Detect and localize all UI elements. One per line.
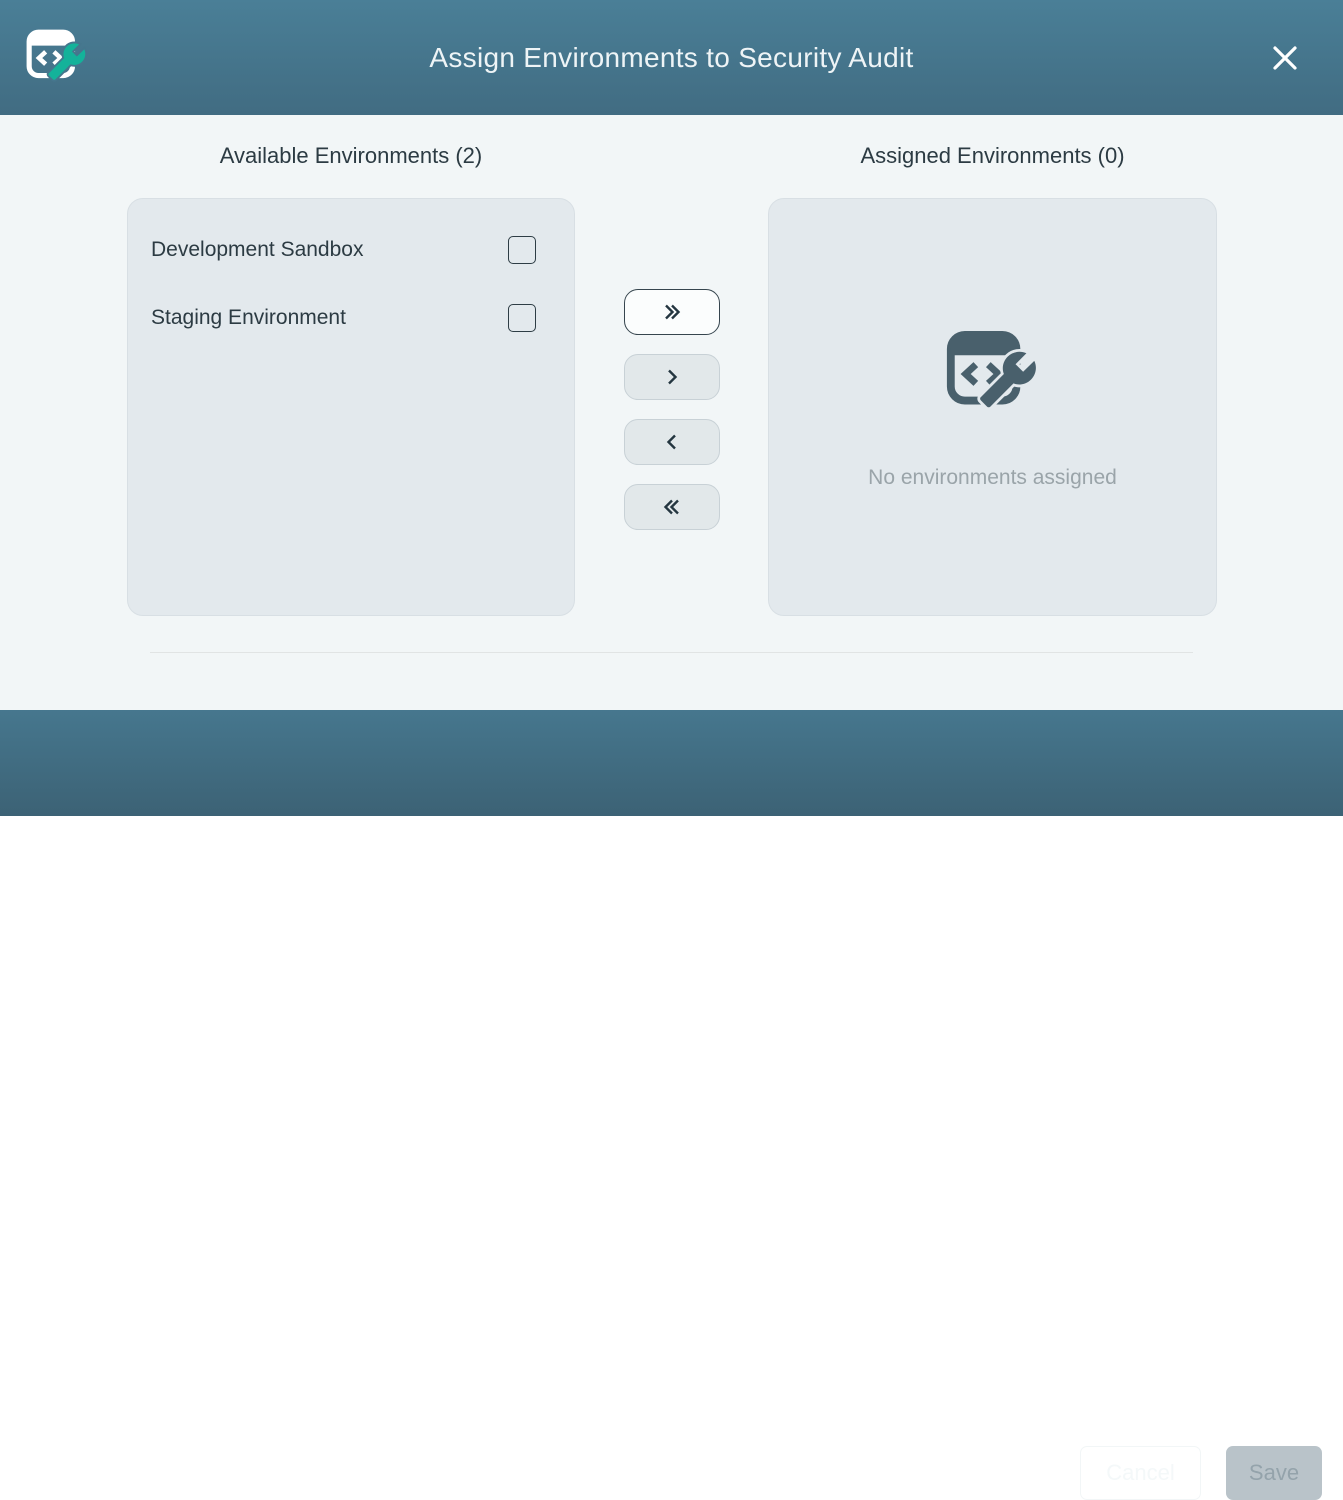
footer-divider bbox=[150, 652, 1193, 653]
assigned-environments-heading: Assigned Environments (0) bbox=[768, 143, 1217, 169]
chevron-left-icon bbox=[660, 430, 684, 454]
footer-actions: Cancel Save bbox=[1080, 1446, 1322, 1500]
move-selected-left-button[interactable] bbox=[624, 419, 720, 465]
available-environments-panel: Development Sandbox Staging Environment bbox=[127, 198, 575, 616]
move-selected-right-button[interactable] bbox=[624, 354, 720, 400]
dialog-footer: Cancel Save bbox=[0, 710, 1343, 816]
environment-label: Development Sandbox bbox=[151, 238, 363, 262]
environment-checkbox[interactable] bbox=[508, 304, 536, 332]
double-chevron-right-icon bbox=[659, 300, 685, 324]
close-x-icon bbox=[1269, 42, 1301, 74]
info-circle-icon bbox=[28, 1451, 72, 1495]
list-item: Development Sandbox bbox=[151, 227, 536, 273]
transfer-controls bbox=[624, 289, 720, 530]
dialog-title: Assign Environments to Security Audit bbox=[0, 42, 1343, 74]
cancel-button[interactable]: Cancel bbox=[1080, 1446, 1201, 1500]
empty-state-message: No environments assigned bbox=[868, 466, 1117, 490]
environment-checkbox[interactable] bbox=[508, 236, 536, 264]
assign-environments-dialog: Assign Environments to Security Audit Av… bbox=[0, 0, 1343, 816]
info-button[interactable] bbox=[28, 1451, 72, 1495]
move-all-left-button[interactable] bbox=[624, 484, 720, 530]
save-button[interactable]: Save bbox=[1226, 1446, 1322, 1500]
move-all-right-button[interactable] bbox=[624, 289, 720, 335]
double-chevron-left-icon bbox=[659, 495, 685, 519]
assigned-environments-panel: No environments assigned bbox=[768, 198, 1217, 616]
dialog-header: Assign Environments to Security Audit bbox=[0, 0, 1343, 115]
available-environments-heading: Available Environments (2) bbox=[127, 143, 575, 169]
list-item: Staging Environment bbox=[151, 295, 536, 341]
close-button[interactable] bbox=[1265, 38, 1305, 78]
app-logo-code-wrench-icon bbox=[24, 25, 90, 91]
code-window-wrench-icon bbox=[941, 324, 1045, 424]
environment-label: Staging Environment bbox=[151, 306, 346, 330]
chevron-right-icon bbox=[660, 365, 684, 389]
